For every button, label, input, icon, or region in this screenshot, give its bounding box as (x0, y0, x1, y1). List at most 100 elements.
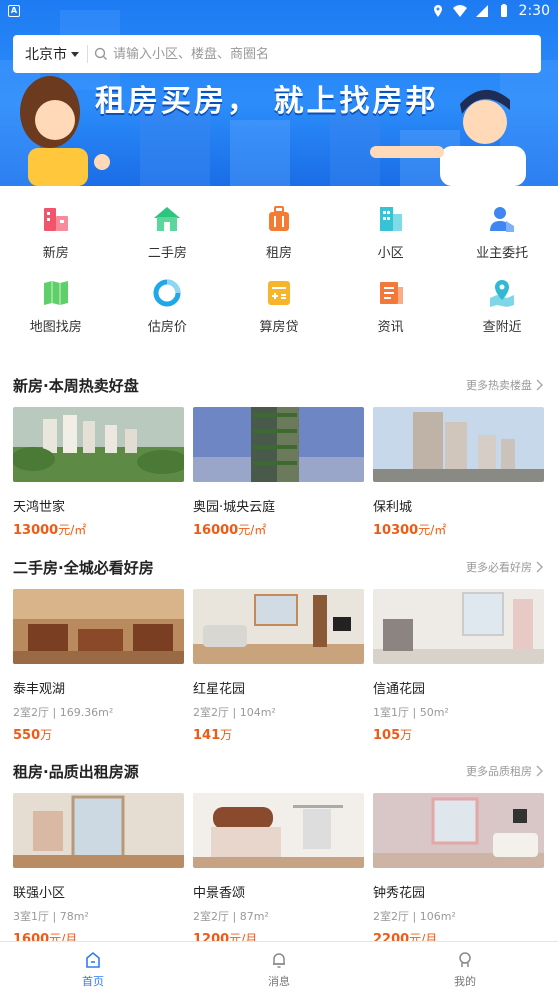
more-link-label: 更多品质租房 (466, 765, 532, 778)
card-name: 天鸿世家 (13, 500, 66, 515)
property-photo (193, 589, 364, 664)
card-name: 联强小区 (13, 886, 66, 901)
more-link[interactable]: 更多必看好房 (466, 559, 544, 575)
chevron-right-icon (536, 765, 543, 777)
section-header: 二手房·全城必看好房 更多必看好房 (0, 555, 558, 579)
tab-profile[interactable]: 我的 (372, 942, 558, 998)
price-value: 141 (193, 728, 221, 743)
grid-item-second-hand[interactable]: 二手房 (112, 200, 224, 274)
card-list: 泰丰观湖 2室2厅 | 169.36m² 550万 红星花园 2室2厅 | 10… (0, 589, 558, 743)
listing-card[interactable]: 红星花园 2室2厅 | 104m² 141万 (193, 589, 364, 743)
card-spec: 2室2厅 | 106m² (373, 910, 456, 923)
price-unit: 万 (220, 728, 233, 742)
card-price: 10300元/㎡ (373, 521, 544, 538)
grid-label: 业主委托 (476, 246, 529, 261)
community-building-icon (379, 207, 402, 231)
grid-label: 二手房 (147, 246, 187, 261)
status-bar: A 2:30 (0, 0, 558, 22)
card-name: 保利城 (373, 500, 413, 515)
owner-entrust-icon (490, 207, 515, 232)
more-link-label: 更多热卖楼盘 (466, 379, 532, 392)
user-icon (459, 952, 471, 967)
grid-item-estimate[interactable]: 估房价 (112, 274, 224, 348)
home-icon (86, 951, 100, 968)
section-title: 二手房·全城必看好房 (13, 558, 154, 577)
grid-item-community[interactable]: 小区 (335, 200, 447, 274)
grid-item-news[interactable]: 资讯 (335, 274, 447, 348)
price-unit: 万 (40, 728, 53, 742)
card-price: 16000元/㎡ (193, 521, 364, 538)
card-spec: 2室2厅 | 104m² (193, 706, 276, 719)
location-status-icon (433, 5, 442, 17)
chevron-right-icon (536, 561, 543, 573)
price-unit: 元/㎡ (58, 523, 87, 537)
card-price: 13000元/㎡ (13, 521, 184, 538)
price-unit: 元/㎡ (418, 523, 447, 537)
grid-item-nearby[interactable]: 查附近 (446, 274, 558, 348)
new-house-icon (43, 208, 68, 231)
function-row: 新房 二手房 租房 小区 业主委托 (0, 200, 558, 274)
listing-card[interactable]: 中景香颂 2室2厅 | 87m² 1200元/月 (193, 793, 364, 947)
card-list: 天鸿世家 13000元/㎡ 奥园·城央云庭 16000元/㎡ 保利城 10300… (0, 407, 558, 538)
listing-card[interactable]: 泰丰观湖 2室2厅 | 169.36m² 550万 (13, 589, 184, 743)
city-label: 北京市 (25, 47, 67, 63)
grid-label: 小区 (377, 246, 404, 261)
tab-home[interactable]: 首页 (0, 942, 186, 998)
city-selector[interactable]: 北京市 (25, 44, 79, 64)
section-header: 租房·品质出租房源 更多品质租房 (0, 759, 558, 783)
search-divider (87, 45, 88, 63)
price-value: 105 (373, 728, 401, 743)
search-bar: 北京市 (13, 35, 541, 73)
hero-banner[interactable]: 租房买房， 就上找房邦 (0, 0, 558, 186)
grid-label: 租房 (265, 246, 292, 261)
listing-card[interactable]: 联强小区 3室1厅 | 78m² 1600元/月 (13, 793, 184, 947)
listing-card[interactable]: 天鸿世家 13000元/㎡ (11, 407, 189, 538)
property-photo (373, 589, 544, 664)
grid-label: 算房贷 (259, 320, 299, 335)
listing-card[interactable]: 奥园·城央云庭 16000元/㎡ (193, 407, 364, 538)
tab-label: 首页 (82, 975, 104, 988)
card-name: 奥园·城央云庭 (193, 500, 276, 515)
bell-icon (273, 953, 285, 968)
card-name: 红星花园 (193, 682, 246, 697)
news-icon (379, 282, 403, 304)
pie-chart-icon (153, 279, 181, 307)
card-spec: 3室1厅 | 78m² (13, 910, 89, 923)
location-icon (490, 280, 515, 307)
tab-messages[interactable]: 消息 (186, 942, 372, 998)
section-second-hand: 二手房·全城必看好房 更多必看好房 泰丰观湖 2室2厅 | 169.36m² 5… (0, 555, 558, 743)
property-photo (193, 407, 364, 482)
banner-title: 租房买房， 就上找房邦 (95, 84, 439, 119)
property-photo (11, 407, 189, 482)
section-header: 新房·本周热卖好盘 更多热卖楼盘 (0, 373, 558, 397)
section-rentals: 租房·品质出租房源 更多品质租房 联强小区 3室1厅 | 78m² 1600元/… (0, 759, 558, 947)
card-name: 泰丰观湖 (13, 682, 66, 697)
chevron-right-icon (536, 379, 543, 391)
grid-item-new-house[interactable]: 新房 (0, 200, 112, 274)
grid-label: 地图找房 (29, 320, 82, 335)
listing-card[interactable]: 保利城 10300元/㎡ (373, 407, 544, 538)
grid-label: 估房价 (147, 320, 187, 335)
section-new-houses: 新房·本周热卖好盘 更多热卖楼盘 天鸿世家 13000元/㎡ 奥园·城央云庭 1… (0, 373, 558, 538)
price-value: 550 (13, 728, 41, 743)
grid-item-owner-entrust[interactable]: 业主委托 (446, 200, 558, 274)
grid-item-mortgage[interactable]: 算房贷 (223, 274, 335, 348)
card-price: 141万 (193, 726, 364, 743)
listing-card[interactable]: 信通花园 1室1厅 | 50m² 105万 (373, 589, 544, 743)
search-input[interactable] (113, 46, 541, 62)
more-link[interactable]: 更多热卖楼盘 (466, 377, 544, 393)
listing-card[interactable]: 钟秀花园 2室2厅 | 106m² 2200元/月 (373, 793, 544, 947)
price-value: 16000 (193, 523, 239, 538)
section-title: 新房·本周热卖好盘 (13, 376, 139, 395)
grid-item-rent[interactable]: 租房 (223, 200, 335, 274)
section-title: 租房·品质出租房源 (13, 762, 139, 781)
grid-item-map-search[interactable]: 地图找房 (0, 274, 112, 348)
property-photo (193, 793, 364, 868)
card-spec: 1室1厅 | 50m² (373, 706, 449, 719)
card-name: 中景香颂 (193, 886, 246, 901)
more-link-label: 更多必看好房 (466, 561, 532, 574)
more-link[interactable]: 更多品质租房 (466, 763, 544, 779)
status-time: 2:30 (518, 3, 550, 19)
signal-icon (475, 5, 488, 17)
price-value: 13000 (13, 523, 59, 538)
